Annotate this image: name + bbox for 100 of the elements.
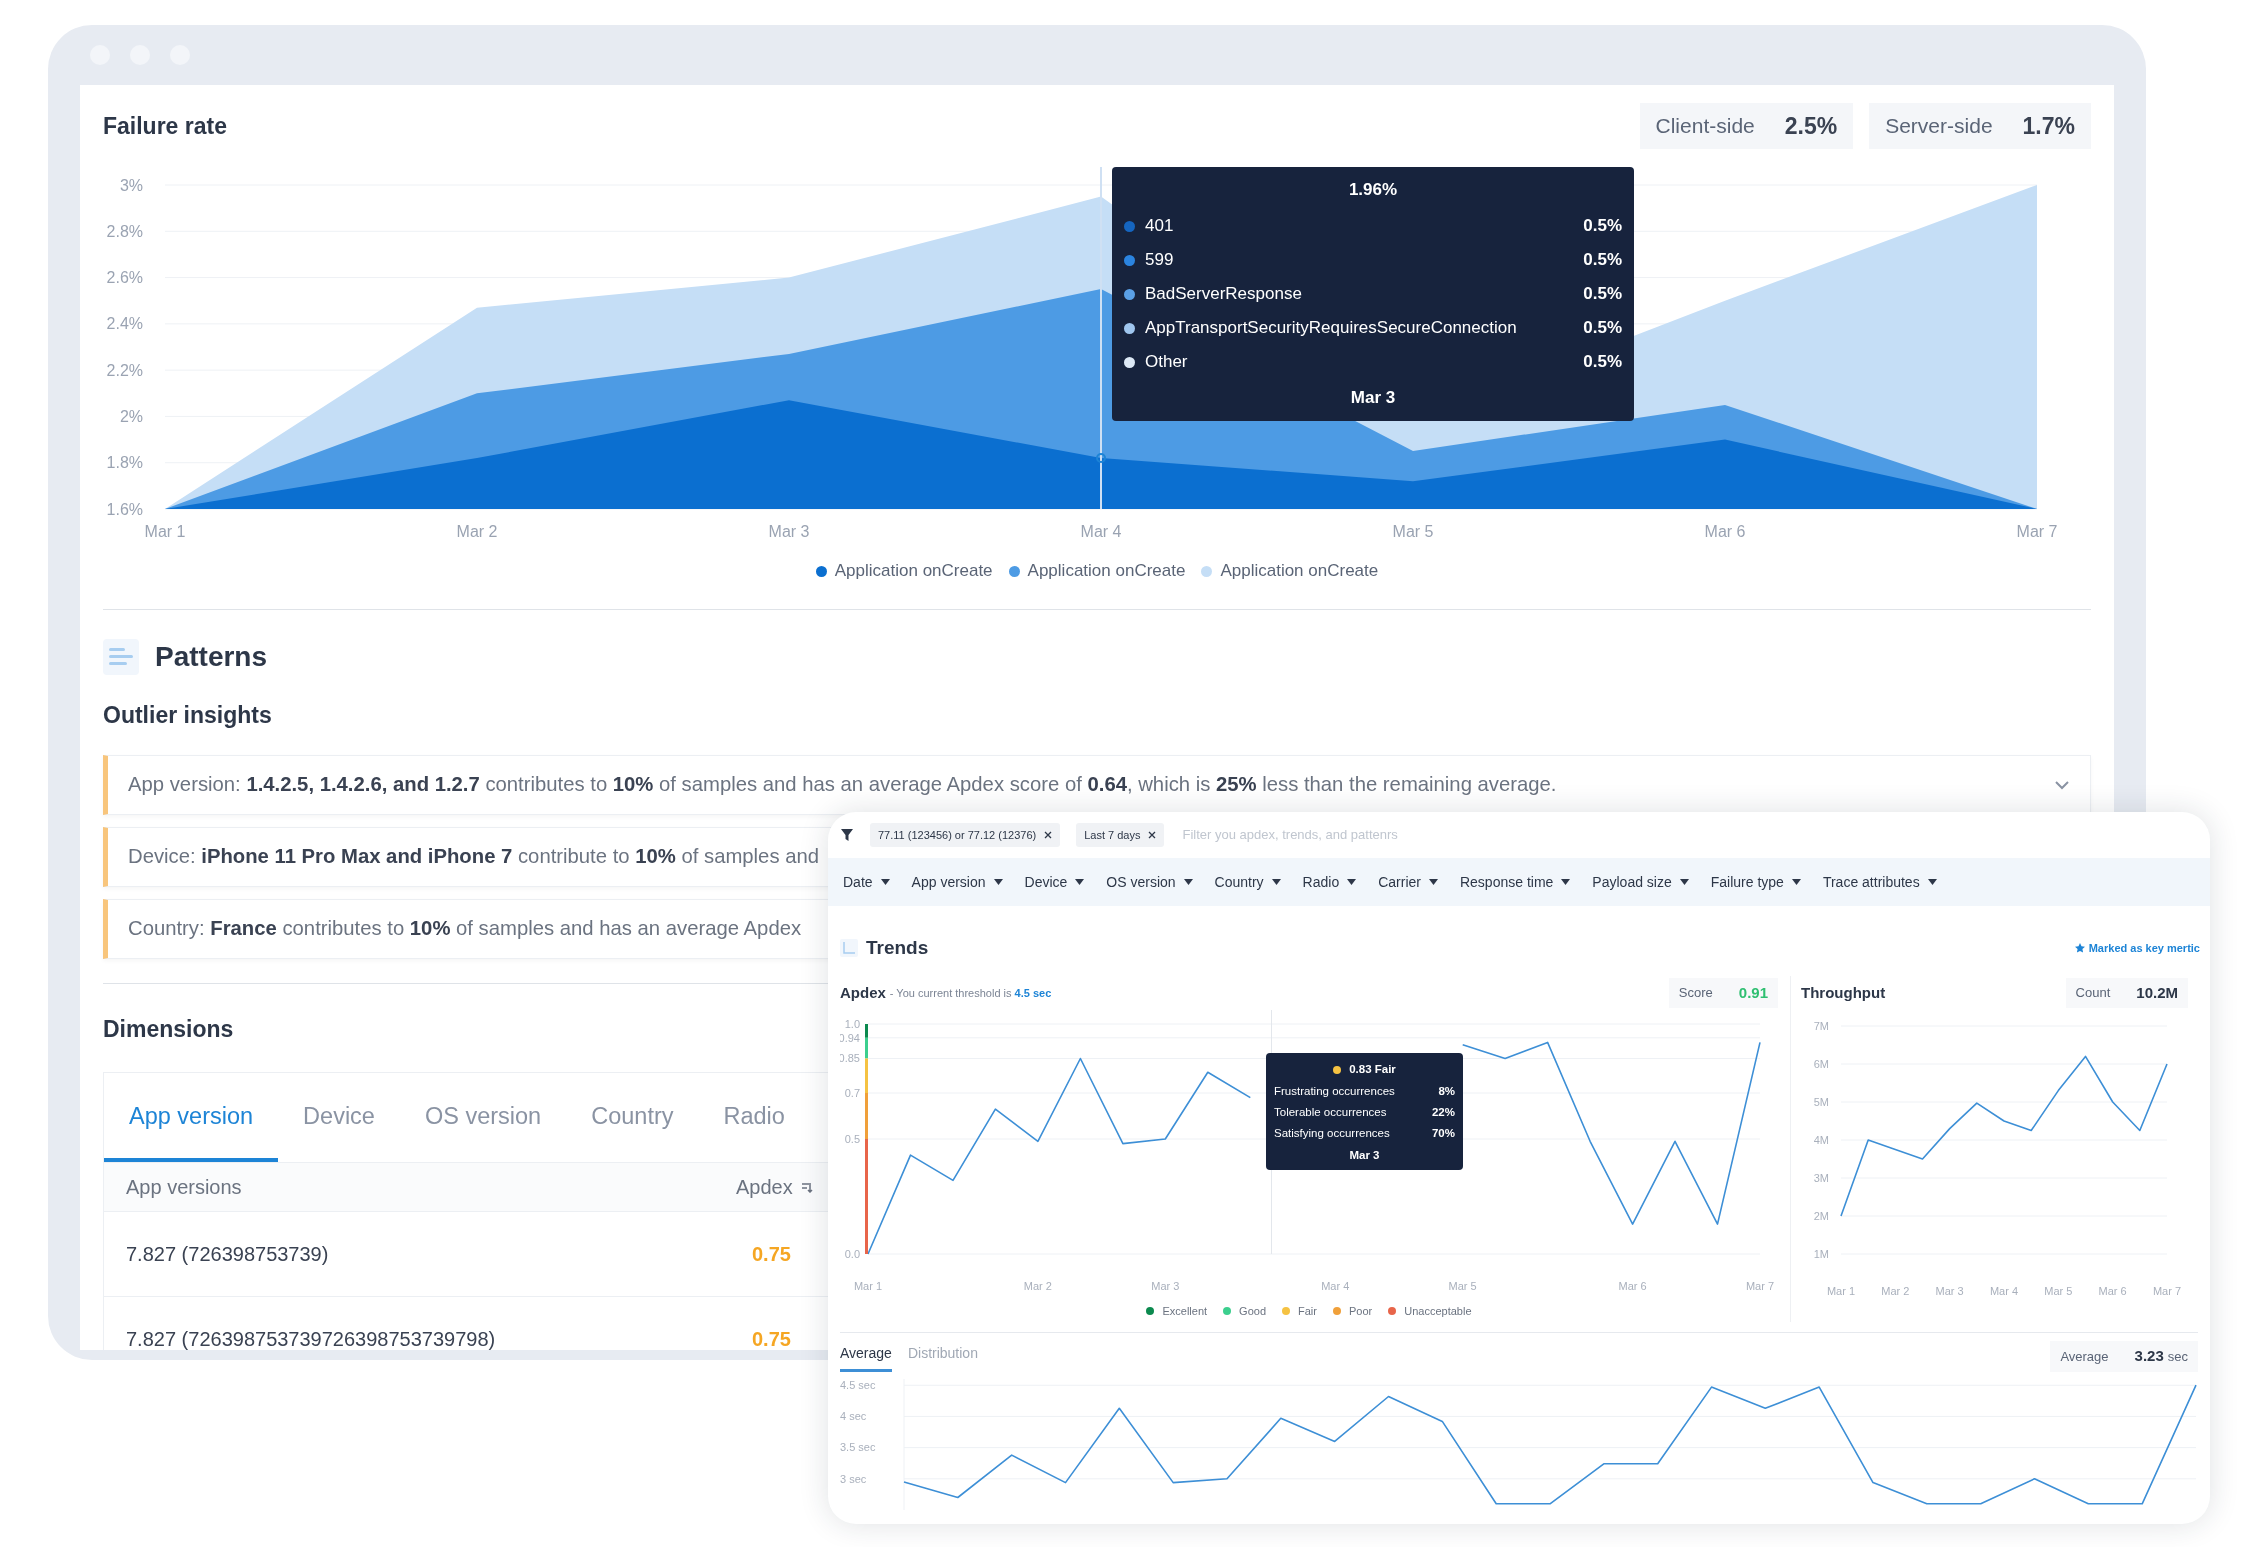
stat-label: Count	[2075, 984, 2111, 1003]
chart-title: Apdex	[840, 982, 886, 1003]
filter-chip[interactable]: Last 7 days	[1076, 822, 1165, 848]
dropdown-button[interactable]: Country	[1203, 865, 1292, 899]
stat-label: Client-side	[1655, 113, 1755, 140]
dropdown-button[interactable]: Radio	[1291, 865, 1368, 899]
axis-label: 4.5 sec	[840, 1379, 876, 1392]
tooltip-label: AppTransportSecurityRequiresSecureConnection	[1145, 317, 1518, 340]
dropdown-button[interactable]: OS version	[1095, 865, 1204, 899]
tooltip-value: 22%	[1431, 1104, 1455, 1120]
tooltip-label: Satisfying occurrences	[1274, 1125, 1390, 1141]
axis-label: 0.5	[844, 1132, 860, 1145]
axis-label: 2.2%	[106, 361, 143, 379]
tooltip-value: 0.5%	[1583, 283, 1622, 306]
chart-title: Failure rate	[103, 111, 227, 141]
axis-label: Mar 2	[1881, 1285, 1910, 1297]
axis-label: 0.0	[844, 1247, 860, 1260]
column-header: App versions	[126, 1175, 243, 1201]
axis-label: Mar 4	[1080, 523, 1122, 540]
dropdown-button[interactable]: Carrier	[1367, 865, 1449, 899]
axis-label: Mar 7	[1745, 1280, 1775, 1292]
axis-label: 2.4%	[106, 315, 143, 333]
axis-label: Mar 6	[1618, 1280, 1647, 1292]
axis-label: 3%	[119, 176, 143, 194]
column-header: Apdex	[736, 1175, 793, 1201]
unit-label: sec	[2167, 1348, 2188, 1367]
axis-label: Mar 4	[1989, 1285, 2019, 1297]
axis-label: Mar 3	[768, 523, 810, 540]
dropdown-button[interactable]: Response time	[1448, 865, 1582, 899]
tooltip-value: 0.5%	[1583, 249, 1622, 272]
axis-label: 5M	[1813, 1095, 1829, 1108]
dropdown-button[interactable]: Failure type	[1699, 865, 1812, 899]
axis-label: 1.6%	[106, 500, 143, 518]
table-cell-text: 7.827 (726398753739)	[126, 1242, 330, 1268]
axis-label: 2.6%	[106, 269, 143, 287]
axis-label: Mar 3	[1935, 1285, 1964, 1297]
axis-label: Mar 2	[456, 523, 498, 540]
dropdown-button[interactable]: Trace attributes	[1811, 865, 1948, 899]
axis-label: 1.0	[844, 1017, 860, 1030]
axis-label: 1.8%	[106, 454, 143, 472]
axis-label: 2.8%	[106, 222, 143, 240]
stat-value: 1.7%	[2022, 111, 2075, 141]
key-metric-link[interactable]: Marked as key mertic	[2074, 939, 2200, 957]
filter-chip[interactable]: 77.11 (123456) or 77.12 (12376)	[870, 822, 1061, 848]
axis-label: Mar 2	[1023, 1280, 1052, 1292]
axis-label: 4 sec	[840, 1410, 867, 1423]
axis-label: Mar 1	[853, 1280, 883, 1292]
dropdown-button[interactable]: Payload size	[1581, 865, 1700, 899]
chart-title: Throughput	[1801, 982, 1886, 1003]
stat-value: 3.23	[2134, 1346, 2164, 1367]
axis-label: 1M	[1813, 1247, 1829, 1260]
legend-label: Poor	[1349, 1303, 1373, 1319]
axis-label: 2%	[119, 408, 143, 426]
insight-text: App version: 1.4.2.5, 1.4.2.6, and 1.2.7 contributes to 10% of samples and has an average Apdex score of 0.64, which is 25% less than the remaining average.	[128, 772, 1557, 798]
table-cell-text: 0.75	[752, 1327, 791, 1350]
dropdown-button[interactable]: App version	[900, 865, 1014, 899]
tooltip-title: 0.83 Fair	[1349, 1062, 1396, 1078]
axis-label: Mar 3	[1151, 1280, 1180, 1292]
tooltip-value: 70%	[1431, 1125, 1455, 1141]
section-title: Dimensions	[103, 1014, 234, 1044]
dropdown-button[interactable]: Device	[1013, 865, 1096, 899]
tooltip-label: 401	[1145, 215, 1175, 238]
axis-label: 4M	[1813, 1133, 1829, 1146]
axis-label: Mar 5	[1448, 1280, 1477, 1292]
tooltip-label: Frustrating occurrences	[1274, 1083, 1395, 1099]
legend-label: Unacceptable	[1404, 1303, 1472, 1319]
tooltip-title: 1.96%	[1347, 179, 1399, 201]
tooltip-label: BadServerResponse	[1145, 283, 1303, 306]
legend-label: Application onCreate	[1220, 560, 1379, 583]
tooltip-date: Mar 3	[1349, 387, 1397, 409]
axis-label: 3.5 sec	[840, 1441, 876, 1454]
section-title: Patterns	[155, 640, 268, 674]
axis-label: Mar 6	[1704, 523, 1746, 540]
axis-label: Mar 7	[2016, 523, 2058, 540]
table-cell-text: 0.75	[752, 1242, 791, 1268]
axis-label: Mar 7	[2152, 1285, 2182, 1297]
stat-label: Average	[2060, 1347, 2109, 1366]
tooltip-value: 8%	[1438, 1083, 1455, 1099]
tooltip-label: Tolerable occurrences	[1274, 1104, 1387, 1120]
threshold-note: - You current threshold is 4.5 sec	[889, 985, 1052, 1001]
axis-label: Mar 5	[2044, 1285, 2073, 1297]
insight-text: Country: France contributes to 10% of samples and has an average Apdex	[128, 916, 802, 942]
tab[interactable]: Average	[840, 1341, 892, 1372]
dropdown-button[interactable]: Date	[832, 865, 901, 899]
tooltip-label: 599	[1145, 249, 1175, 272]
axis-label: Mar 1	[1826, 1285, 1856, 1297]
axis-label: 0.7	[844, 1086, 860, 1099]
axis-label: 7M	[1813, 1019, 1829, 1032]
stat-value: 10.2M	[2136, 982, 2178, 1003]
axis-label: Mar 6	[2098, 1285, 2127, 1297]
threshold-link[interactable]: 4.5 sec	[1014, 986, 1052, 999]
legend-label: Good	[1239, 1303, 1267, 1319]
stat-label: Score	[1678, 984, 1713, 1003]
stat-label: Server-side	[1885, 113, 1993, 140]
legend-label: Fair	[1298, 1303, 1317, 1319]
table-cell-text: 7.827 (726398753739726398753739798)	[126, 1327, 497, 1350]
stat-value: 0.91	[1738, 982, 1768, 1003]
tooltip-value: 0.5%	[1583, 351, 1622, 374]
axis-label: Mar 5	[1392, 523, 1434, 540]
axis-label: Mar 4	[1321, 1280, 1350, 1292]
